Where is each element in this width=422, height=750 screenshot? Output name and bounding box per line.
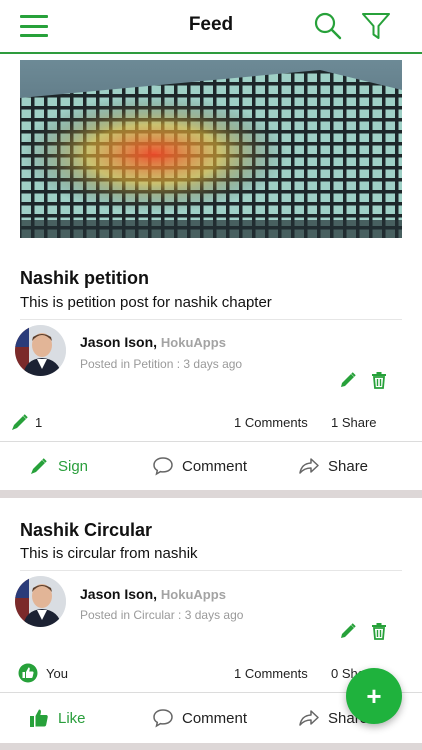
- share-arrow-icon: [299, 710, 319, 726]
- comments-count[interactable]: 1 Comments: [234, 415, 308, 430]
- like-count: You: [46, 666, 68, 681]
- menu-icon[interactable]: [20, 15, 48, 37]
- divider: [0, 441, 422, 442]
- search-icon[interactable]: [312, 10, 344, 42]
- like-button-label: Like: [58, 709, 86, 727]
- like-button[interactable]: Like: [28, 704, 86, 732]
- comment-button[interactable]: Comment: [152, 704, 247, 732]
- trash-icon[interactable]: [370, 371, 388, 389]
- shares-count[interactable]: 1 Share: [331, 415, 377, 430]
- sign-button[interactable]: Sign: [28, 452, 88, 480]
- comments-count[interactable]: 1 Comments: [234, 666, 308, 681]
- comment-button[interactable]: Comment: [152, 452, 247, 480]
- divider: [20, 570, 402, 571]
- post-title[interactable]: Nashik Circular: [20, 520, 152, 541]
- post-cover-image[interactable]: [20, 60, 402, 238]
- divider: [20, 319, 402, 320]
- author-name[interactable]: Jason Ison,: [80, 334, 157, 350]
- post-title[interactable]: Nashik petition: [20, 268, 149, 289]
- comment-bubble-icon: [153, 709, 173, 728]
- share-button[interactable]: Share: [298, 452, 368, 480]
- thumbs-up-icon: [30, 709, 48, 727]
- sign-button-label: Sign: [58, 457, 89, 475]
- edit-icon[interactable]: [339, 622, 357, 640]
- top-app-bar: Feed: [0, 0, 422, 54]
- author-line: Jason Ison, HokuApps: [80, 334, 226, 350]
- post-meta: Posted in Petition : 3 days ago: [80, 357, 243, 371]
- filter-icon[interactable]: [360, 10, 392, 42]
- author-line: Jason Ison, HokuApps: [80, 586, 226, 602]
- edit-icon[interactable]: [339, 371, 357, 389]
- post-body: This is circular from nashik: [20, 545, 198, 562]
- share-arrow-icon: [299, 458, 319, 474]
- author-org: HokuApps: [160, 587, 226, 602]
- sign-pen-icon: [12, 414, 28, 430]
- comment-button-label: Comment: [182, 457, 248, 475]
- add-post-fab[interactable]: +: [346, 668, 402, 724]
- plus-icon: +: [366, 680, 382, 711]
- post-separator: [0, 743, 422, 750]
- avatar[interactable]: [15, 576, 66, 627]
- comment-button-label: Comment: [182, 709, 248, 727]
- sign-count: 1: [35, 415, 43, 430]
- post-body: This is petition post for nashik chapter: [20, 294, 272, 311]
- post-meta: Posted in Circular : 3 days ago: [80, 608, 244, 622]
- comment-bubble-icon: [153, 457, 173, 476]
- page-title: Feed: [188, 14, 234, 35]
- author-name[interactable]: Jason Ison,: [80, 586, 157, 602]
- share-button-label: Share: [328, 457, 369, 475]
- sign-pen-icon: [31, 458, 47, 474]
- avatar[interactable]: [15, 325, 66, 376]
- author-org: HokuApps: [160, 335, 226, 350]
- trash-icon[interactable]: [370, 622, 388, 640]
- thumbs-up-circle-icon: [18, 663, 38, 683]
- post-separator: [0, 490, 422, 498]
